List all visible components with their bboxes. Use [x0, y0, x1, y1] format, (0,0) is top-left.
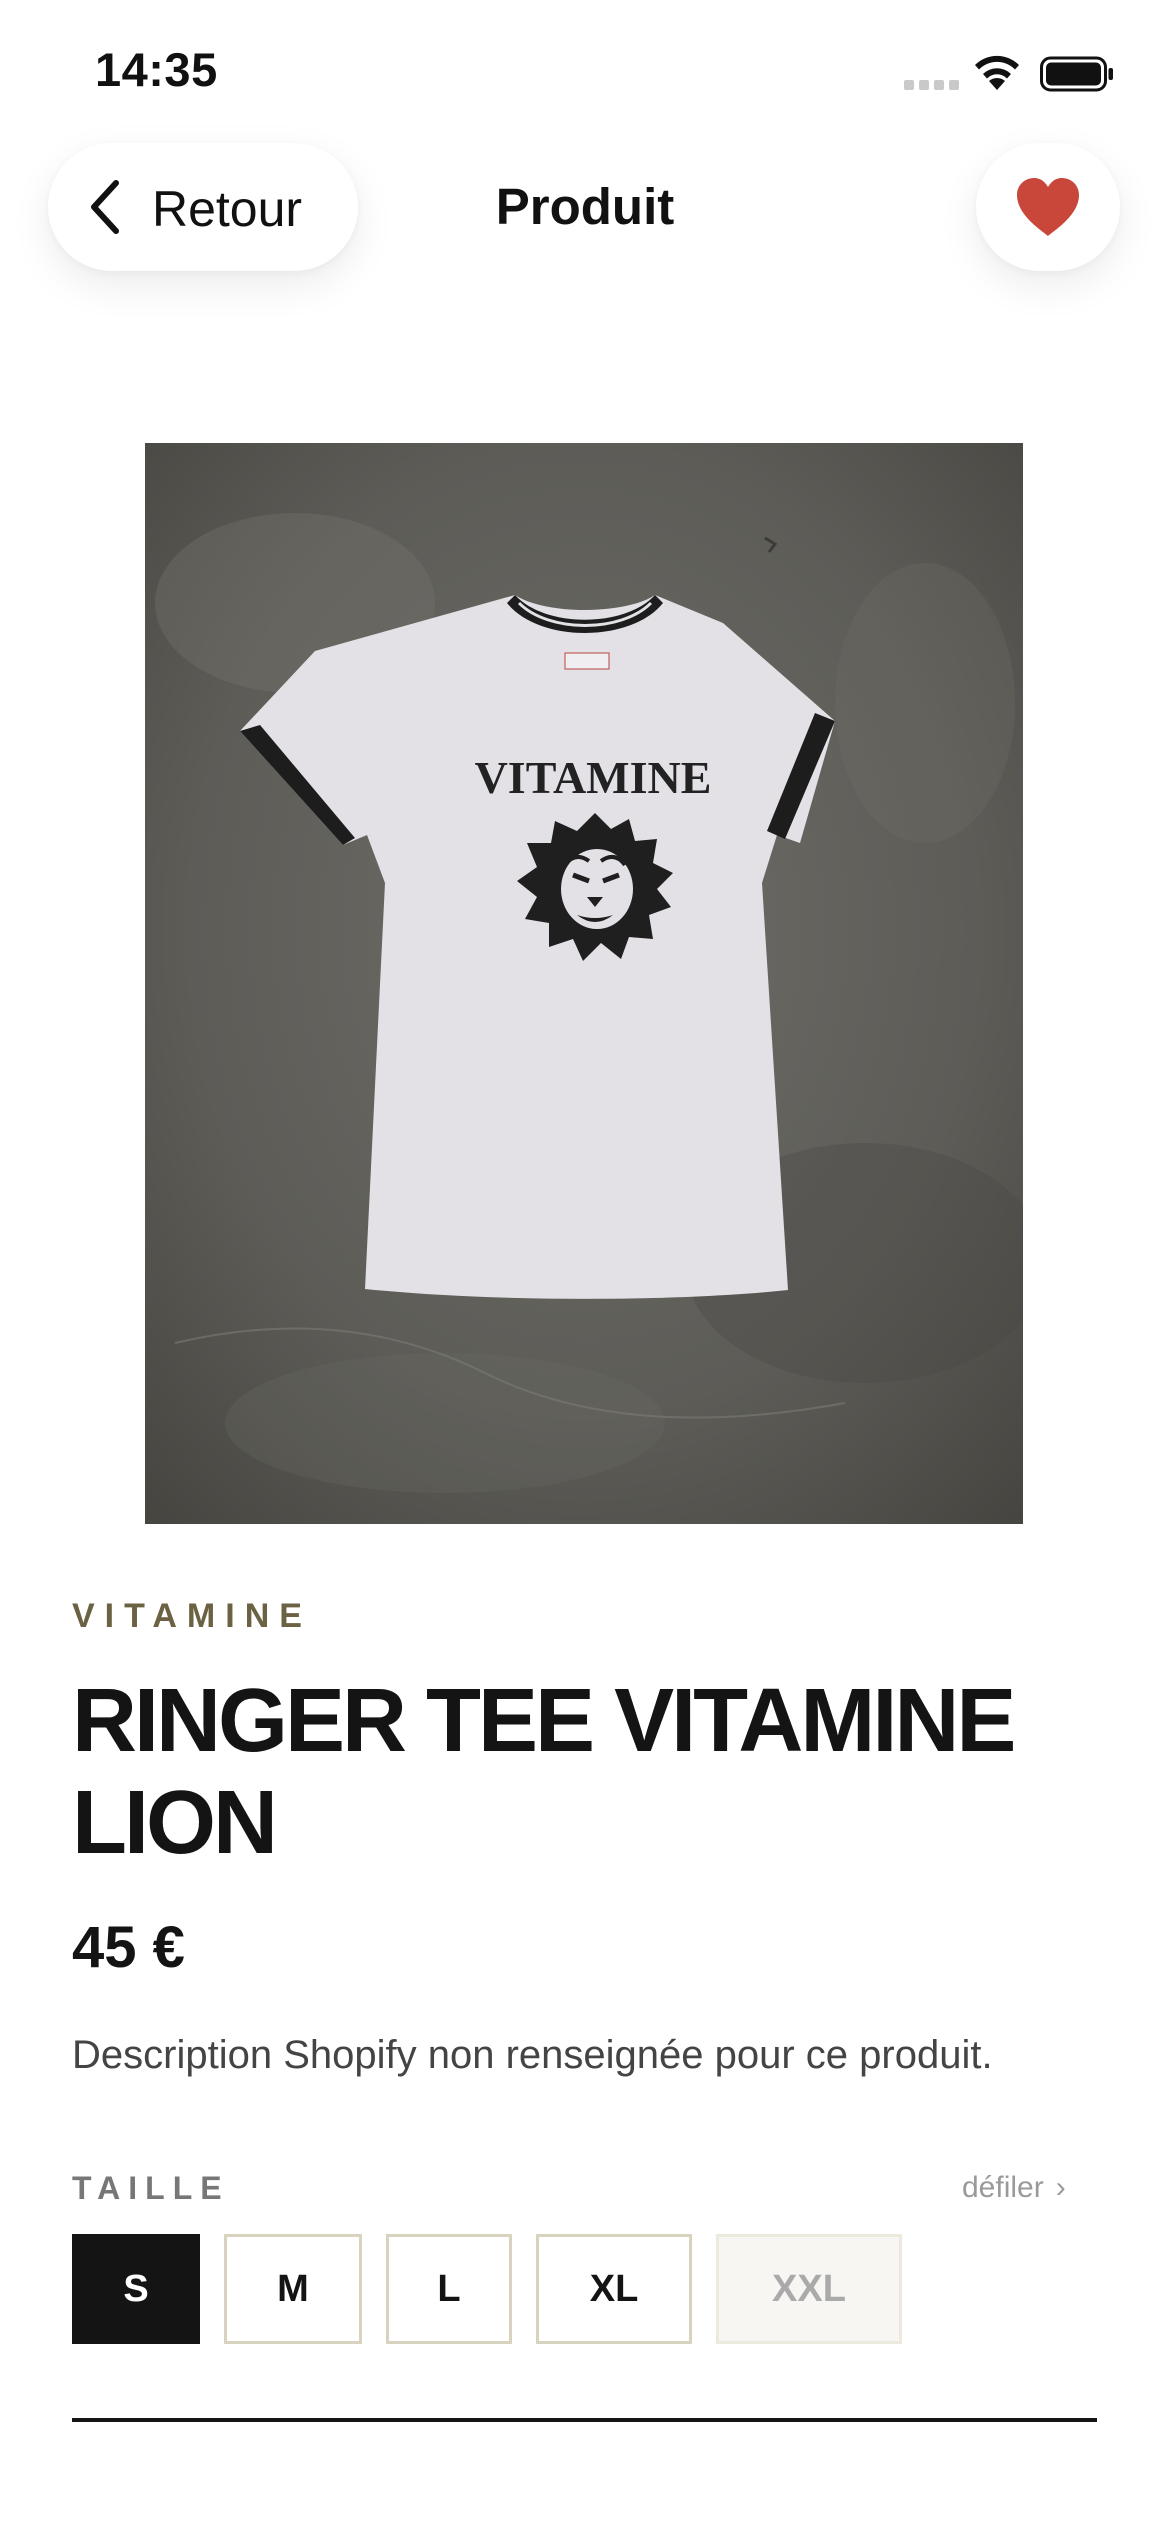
size-option-l[interactable]: L [386, 2234, 512, 2344]
product-image: VITAMINE [145, 443, 1023, 1524]
section-divider [72, 2418, 1097, 2422]
product-price: 45 € [72, 1915, 185, 1980]
scroll-hint-label: défiler [962, 2171, 1044, 2204]
status-bar: 14:35 [0, 0, 1170, 130]
heart-icon [1017, 178, 1079, 236]
product-title: RINGER TEE VITAMINE LION [72, 1671, 1016, 1873]
status-time: 14:35 [95, 43, 218, 96]
scroll-hint[interactable]: défiler › [962, 2171, 1066, 2205]
product-brand: VITAMINE [72, 1597, 312, 1635]
signal-icon [904, 80, 960, 92]
shirt-print-text: VITAMINE [475, 752, 712, 803]
size-option-s[interactable]: S [72, 2234, 200, 2344]
chevron-right-icon: › [1055, 2171, 1066, 2204]
size-section-label: TAILLE [72, 2170, 230, 2206]
wifi-icon [975, 55, 1019, 90]
battery-icon [1040, 56, 1113, 92]
favorite-button[interactable] [976, 143, 1120, 271]
product-description: Description Shopify non renseignée pour … [72, 2033, 993, 2077]
size-option-m[interactable]: M [224, 2234, 362, 2344]
size-option-xl[interactable]: XL [536, 2234, 692, 2344]
size-option-xxl[interactable]: XXL [716, 2234, 902, 2344]
